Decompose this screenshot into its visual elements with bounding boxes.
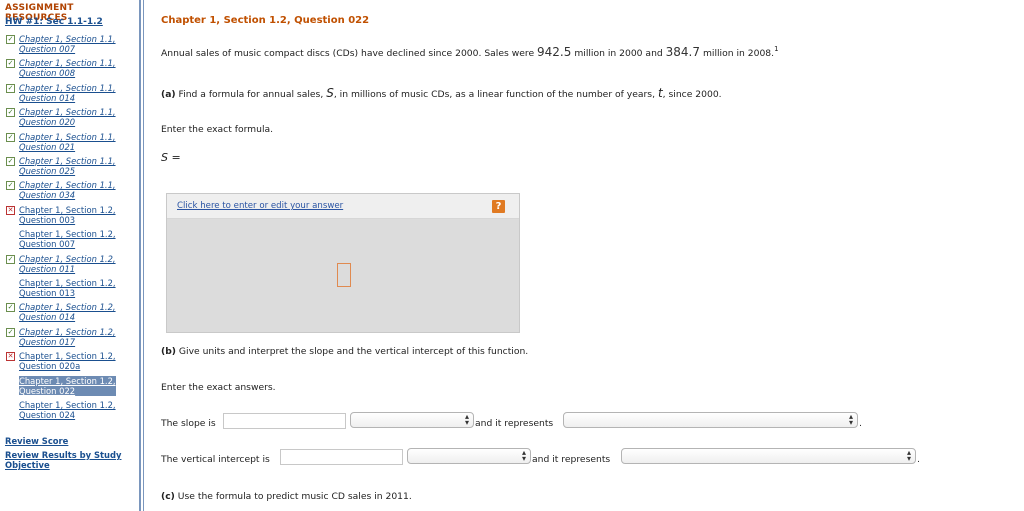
slope-represents-label: and it represents (475, 418, 554, 429)
checkmark-icon: ✓ (6, 108, 15, 117)
answer-box-header: Click here to enter or edit your answer … (167, 194, 519, 219)
intro-part-1: Annual sales of music compact discs (CDs… (161, 48, 535, 59)
review-results-link[interactable]: Review Results by Study Objective (5, 450, 121, 470)
sidebar-question-label[interactable]: Chapter 1, Section 1.2, Question 007 (19, 229, 116, 249)
question-title: Chapter 1, Section 1.2, Question 022 (161, 15, 370, 26)
checkmark-icon: ✓ (6, 157, 15, 166)
intercept-units-select[interactable]: ▴ ▾ (407, 448, 531, 464)
checkmark-icon: ✓ (6, 328, 15, 337)
edit-answer-link[interactable]: Click here to enter or edit your answer (177, 201, 343, 211)
intro-text: Annual sales of music compact discs (CDs… (161, 45, 779, 59)
part-b-label: (b) (161, 346, 176, 357)
value-2008: 384.7 (665, 45, 701, 59)
checkmark-icon: ✓ (6, 35, 15, 44)
sidebar-divider-inner (143, 0, 144, 511)
intercept-period: . (917, 454, 920, 465)
sidebar-question-label[interactable]: Chapter 1, Section 1.2, Question 013 (19, 278, 116, 298)
part-b-body: Give units and interpret the slope and t… (178, 346, 529, 357)
s-equals-label: S = (161, 151, 181, 164)
sidebar-divider (139, 0, 141, 511)
slope-label: The slope is (161, 418, 216, 429)
part-c-body: Use the formula to predict music CD sale… (177, 491, 412, 502)
formula-answer-box[interactable]: Click here to enter or edit your answer … (166, 193, 520, 333)
sidebar-question-label[interactable]: Chapter 1, Section 1.2, Question 020a (19, 351, 116, 371)
sidebar-question-label[interactable]: Chapter 1, Section 1.2, Question 022 (19, 376, 116, 396)
slope-input[interactable] (223, 413, 346, 429)
checkmark-icon: ✓ (6, 84, 15, 93)
incorrect-mark-icon: ✕ (6, 206, 15, 215)
slope-units-select[interactable]: ▴ ▾ (350, 412, 474, 428)
footnote-marker: 1 (774, 45, 779, 53)
enter-answers-text: Enter the exact answers. (161, 382, 276, 393)
intro-part-2: million in 2000 and (574, 48, 663, 59)
select-arrows-icon: ▴ ▾ (906, 448, 911, 463)
part-a-3: , since 2000. (662, 89, 722, 100)
sidebar-question-label[interactable]: Chapter 1, Section 1.1, Question 021 (19, 132, 116, 152)
sidebar-question-label[interactable]: Chapter 1, Section 1.2, Question 017 (19, 327, 116, 347)
sidebar-question-label[interactable]: Chapter 1, Section 1.2, Question 014 (19, 302, 116, 322)
sidebar-question-label[interactable]: Chapter 1, Section 1.2, Question 024 (19, 400, 116, 420)
hw-link[interactable]: HW #1: Sec 1.1-1.2 (5, 17, 103, 27)
sidebar-question-label[interactable]: Chapter 1, Section 1.1, Question 034 (19, 180, 116, 200)
part-a-1: Find a formula for annual sales, (178, 89, 324, 100)
review-score-link[interactable]: Review Score (5, 436, 68, 446)
value-2000: 942.5 (537, 45, 572, 59)
question-panel: Chapter 1, Section 1.2, Question 022 Ann… (146, 0, 1024, 511)
slope-period: . (859, 418, 862, 429)
select-arrows-icon: ▴ ▾ (848, 412, 853, 427)
sidebar-question-label[interactable]: Chapter 1, Section 1.2, Question 003 (19, 205, 116, 225)
select-arrows-icon: ▴ ▾ (464, 412, 469, 427)
incorrect-mark-icon: ✕ (6, 352, 15, 361)
part-c-label: (c) (161, 491, 175, 502)
enter-formula-text: Enter the exact formula. (161, 124, 274, 135)
intercept-label: The vertical intercept is (161, 454, 270, 465)
part-c-text: (c) Use the formula to predict music CD … (161, 491, 412, 502)
intercept-represents-label: and it represents (532, 454, 611, 465)
part-b-text: (b) Give units and interpret the slope a… (161, 346, 528, 357)
checkmark-icon: ✓ (6, 133, 15, 142)
select-arrows-icon: ▴ ▾ (521, 448, 526, 463)
intro-part-3: million in 2008. (702, 48, 775, 59)
checkmark-icon: ✓ (6, 303, 15, 312)
variable-s: S (326, 86, 334, 100)
help-icon[interactable]: ? (492, 200, 505, 213)
part-a-label: (a) (161, 89, 176, 100)
answer-cursor-box[interactable] (337, 263, 351, 287)
checkmark-icon: ✓ (6, 181, 15, 190)
checkmark-icon: ✓ (6, 255, 15, 264)
slope-meaning-select[interactable]: ▴ ▾ (563, 412, 858, 428)
part-a-2: , in millions of music CDs, as a linear … (333, 89, 656, 100)
checkmark-icon: ✓ (6, 59, 15, 68)
sidebar-question-label[interactable]: Chapter 1, Section 1.2, Question 011 (19, 254, 116, 274)
intercept-input[interactable] (280, 449, 403, 465)
part-a-text: (a) Find a formula for annual sales, S, … (161, 86, 722, 100)
sidebar-question-label[interactable]: Chapter 1, Section 1.1, Question 025 (19, 156, 116, 176)
assignment-sidebar: ASSIGNMENT RESOURCES HW #1: Sec 1.1-1.2 … (0, 0, 138, 511)
sidebar-question-label[interactable]: Chapter 1, Section 1.1, Question 007 (19, 34, 116, 54)
sidebar-question-label[interactable]: Chapter 1, Section 1.1, Question 014 (19, 83, 116, 103)
sidebar-question-label[interactable]: Chapter 1, Section 1.1, Question 020 (19, 107, 116, 127)
intercept-meaning-select[interactable]: ▴ ▾ (621, 448, 916, 464)
sidebar-question-label[interactable]: Chapter 1, Section 1.1, Question 008 (19, 58, 116, 78)
